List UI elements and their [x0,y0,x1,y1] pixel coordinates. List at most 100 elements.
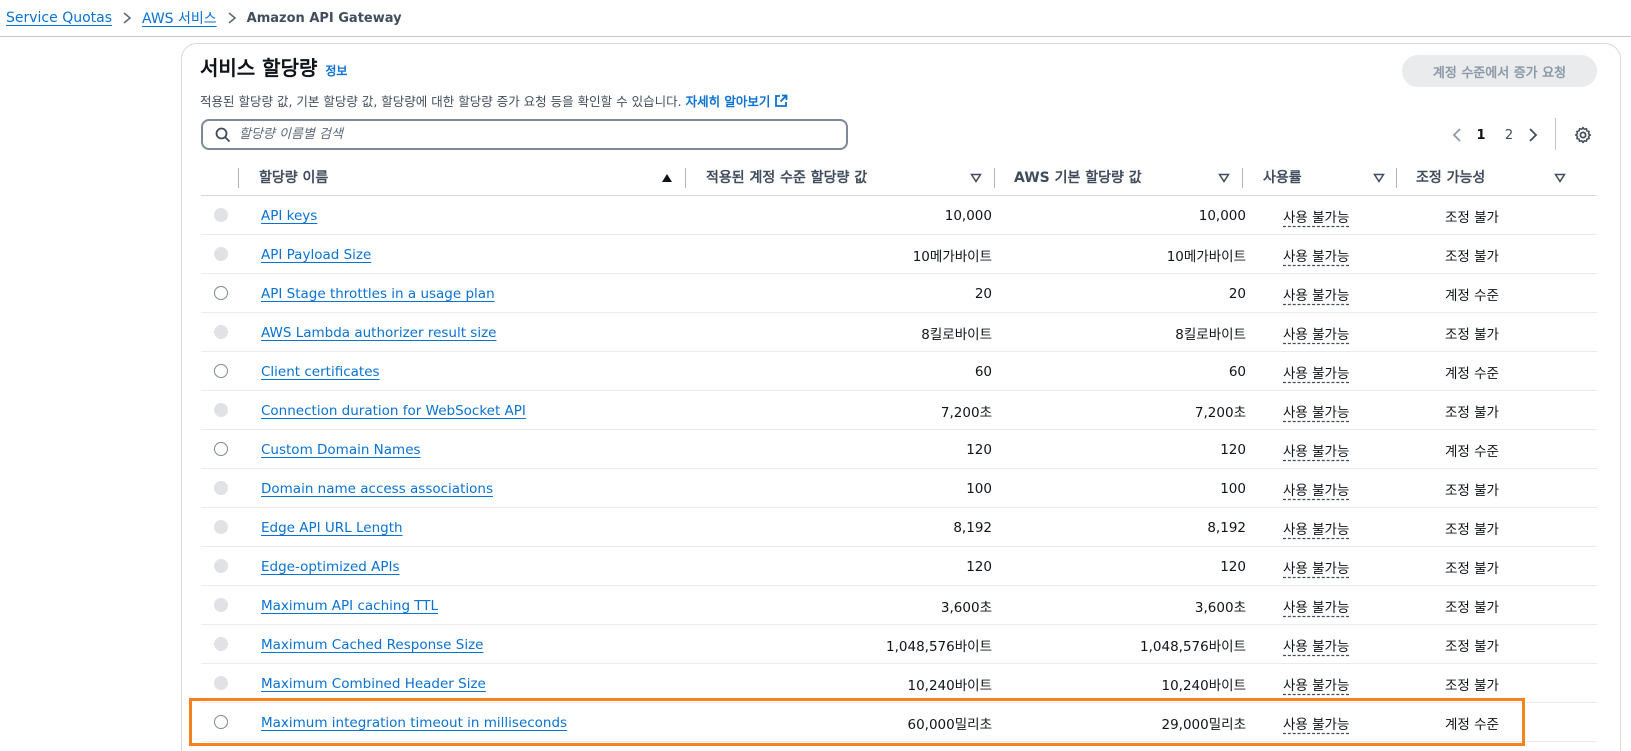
column-header-applied-value[interactable]: 적용된 계정 수준 할당량 값 [706,160,867,194]
info-link[interactable]: 정보 [325,62,347,79]
row-select-radio[interactable] [214,598,228,612]
quota-name-link[interactable]: Maximum integration timeout in milliseco… [261,703,567,742]
sort-icon[interactable] [1553,171,1567,185]
search-input[interactable] [239,127,799,142]
adjustability-value: 조정 불가 [1445,404,1499,421]
sort-icon[interactable] [1372,171,1386,185]
page-1-button[interactable]: 1 [1467,128,1495,143]
adjustability-value: 계정 수준 [1445,716,1499,733]
row-select-radio[interactable] [214,442,228,456]
utilization-value[interactable]: 사용 불가능 [1283,508,1349,547]
sort-icon[interactable] [969,171,983,185]
utilization-value[interactable]: 사용 불가능 [1283,235,1349,274]
row-select-radio[interactable] [214,676,228,690]
row-select-radio[interactable] [214,325,228,339]
utilization-value[interactable]: 사용 불가능 [1283,586,1349,625]
utilization-value[interactable]: 사용 불가능 [1283,313,1349,352]
adjustability-value: 계정 수준 [1445,287,1499,304]
table-row[interactable]: AWS Lambda authorizer result size 8킬로바이트… [201,313,1597,352]
quota-name-link[interactable]: Connection duration for WebSocket API [261,391,526,430]
row-select-radio[interactable] [214,208,228,222]
default-value: 20 [1228,285,1246,302]
default-value: 60 [1228,363,1246,380]
utilization-value[interactable]: 사용 불가능 [1283,391,1349,430]
quota-name-link[interactable]: API Stage throttles in a usage plan [261,274,495,313]
applied-value: 120 [966,558,992,575]
default-value: 10메가바이트 [1166,248,1246,265]
adjustability-value: 조정 불가 [1445,248,1499,265]
quota-name-link[interactable]: Maximum Cached Response Size [261,625,484,664]
applied-value: 120 [966,441,992,458]
quota-name-link[interactable]: AWS Lambda authorizer result size [261,313,497,352]
row-select-radio[interactable] [214,559,228,573]
utilization-value[interactable]: 사용 불가능 [1283,547,1349,586]
row-select-radio[interactable] [214,247,228,261]
row-select-radio[interactable] [214,286,228,300]
sort-icon[interactable] [1217,171,1231,185]
default-value: 8,192 [1207,519,1246,536]
applied-value: 60,000밀리초 [907,716,993,733]
page-2-button[interactable]: 2 [1495,128,1523,143]
row-select-radio[interactable] [214,637,228,651]
quota-name-link[interactable]: API Payload Size [261,235,371,274]
quota-name-link[interactable]: Edge-optimized APIs [261,547,400,586]
table-preferences-button[interactable] [1572,124,1594,146]
table-row[interactable]: Maximum API caching TTL 3,600초 3,600초 사용… [201,586,1597,625]
table-row[interactable]: Domain name access associations 100 100 … [201,469,1597,508]
quota-name-link[interactable]: Maximum API caching TTL [261,586,438,625]
row-select-radio[interactable] [214,364,228,378]
table-row[interactable]: Client certificates 60 60 사용 불가능 계정 수준 [201,352,1597,391]
quota-name-link[interactable]: Edge API URL Length [261,508,403,547]
utilization-value[interactable]: 사용 불가능 [1283,664,1349,703]
request-increase-button[interactable]: 계정 수준에서 증가 요청 [1402,55,1597,87]
table-row[interactable]: Maximum Cached Response Size 1,048,576바이… [201,625,1597,664]
breadcrumb-aws-services[interactable]: AWS 서비스 [142,8,217,28]
row-select-radio[interactable] [214,403,228,417]
utilization-value[interactable]: 사용 불가능 [1283,703,1349,742]
adjustability-value: 조정 불가 [1445,677,1499,694]
quota-name-link[interactable]: Custom Domain Names [261,430,421,469]
default-value: 120 [1220,441,1246,458]
breadcrumb-service-quotas[interactable]: Service Quotas [6,10,112,26]
applied-value: 10메가바이트 [912,248,992,265]
description-text: 적용된 할당량 값, 기본 할당량 값, 할당량에 대한 할당량 증가 요청 등… [200,94,682,109]
table-header: 할당량 이름 적용된 계정 수준 할당량 값 AWS 기본 할당량 값 사용률 … [201,160,1597,196]
learn-more-link[interactable]: 자세히 알아보기 [686,91,789,110]
table-row[interactable]: Edge API URL Length 8,192 8,192 사용 불가능 조… [201,508,1597,547]
sort-ascending-icon[interactable] [660,171,674,185]
table-row[interactable]: Connection duration for WebSocket API 7,… [201,391,1597,430]
table-row[interactable]: API keys 10,000 10,000 사용 불가능 조정 불가 [201,196,1597,235]
column-header-default-value[interactable]: AWS 기본 할당량 값 [1014,160,1142,194]
column-separator [238,168,239,188]
utilization-value[interactable]: 사용 불가능 [1283,430,1349,469]
search-field[interactable] [201,119,848,150]
row-select-radio[interactable] [214,520,228,534]
table-row[interactable]: Edge-optimized APIs 120 120 사용 불가능 조정 불가 [201,547,1597,586]
utilization-value[interactable]: 사용 불가능 [1283,352,1349,391]
column-header-utilization[interactable]: 사용률 [1263,160,1302,194]
utilization-value[interactable]: 사용 불가능 [1283,469,1349,508]
row-select-radio[interactable] [214,715,228,729]
quota-name-link[interactable]: Maximum Combined Header Size [261,664,486,703]
table-row[interactable]: API Payload Size 10메가바이트 10메가바이트 사용 불가능 … [201,235,1597,274]
quota-name-link[interactable]: Domain name access associations [261,469,493,508]
utilization-value[interactable]: 사용 불가능 [1283,274,1349,313]
gear-icon [1574,126,1592,144]
utilization-value[interactable]: 사용 불가능 [1283,196,1349,235]
quota-name-link[interactable]: Client certificates [261,352,380,391]
utilization-value[interactable]: 사용 불가능 [1283,625,1349,664]
chevron-left-icon [1452,128,1461,142]
chevron-right-icon [227,12,237,24]
adjustability-value: 조정 불가 [1445,638,1499,655]
panel-description: 적용된 할당량 값, 기본 할당량 값, 할당량에 대한 할당량 증가 요청 등… [200,91,788,110]
table-row[interactable]: Maximum integration timeout in milliseco… [201,703,1597,742]
table-row[interactable]: Custom Domain Names 120 120 사용 불가능 계정 수준 [201,430,1597,469]
column-header-adjustability[interactable]: 조정 가능성 [1416,160,1485,194]
row-select-radio[interactable] [214,481,228,495]
next-page-button[interactable] [1523,128,1543,142]
table-row[interactable]: Maximum Combined Header Size 10,240바이트 1… [201,664,1597,703]
table-row[interactable]: API Stage throttles in a usage plan 20 2… [201,274,1597,313]
column-header-quota-name[interactable]: 할당량 이름 [259,160,328,194]
previous-page-button[interactable] [1447,128,1467,142]
quota-name-link[interactable]: API keys [261,196,317,235]
